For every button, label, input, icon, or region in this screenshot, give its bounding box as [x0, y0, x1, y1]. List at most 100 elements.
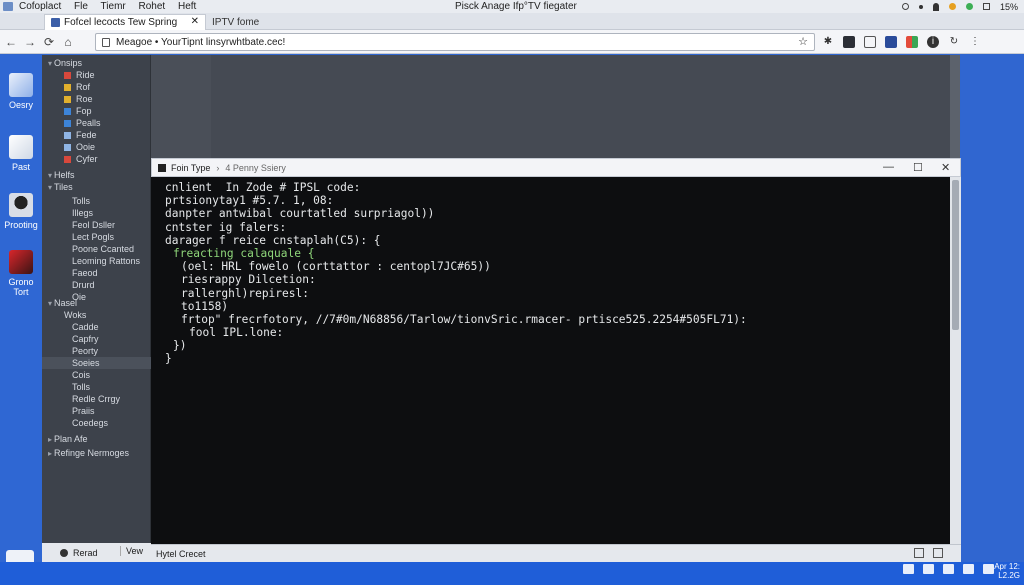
folder-icon: [64, 131, 71, 139]
cube-icon: [9, 73, 33, 97]
tree-node-label: Ride: [76, 70, 95, 80]
reload-icon[interactable]: ⟳: [41, 35, 57, 49]
tree-node-label: Tiles: [54, 182, 73, 192]
tree-footer: Rerad Vew: [42, 543, 151, 562]
scrollbar-thumb[interactable]: [952, 180, 959, 330]
window-icon[interactable]: [914, 548, 924, 558]
tree-node[interactable]: Cadde: [42, 321, 151, 333]
clock[interactable]: Apr 12: L2.2G: [994, 562, 1020, 580]
tray-icon[interactable]: [903, 564, 914, 574]
tree-node[interactable]: Fop: [42, 105, 151, 117]
ring-icon[interactable]: [901, 3, 909, 10]
menu-item[interactable]: Heft: [178, 1, 196, 12]
close-icon[interactable]: ✕: [191, 16, 199, 27]
tree-node[interactable]: Redle Crrgy: [42, 393, 151, 405]
minimize-icon[interactable]: —: [883, 161, 894, 173]
tree-node[interactable]: Cyfer: [42, 153, 151, 165]
tree-node[interactable]: Faeod: [42, 267, 151, 279]
tree-node[interactable]: ▾ Tiles: [42, 181, 151, 193]
marker-icon[interactable]: [932, 2, 939, 11]
apps-icon[interactable]: [906, 36, 918, 48]
dock-item[interactable]: Grono Tort: [0, 250, 42, 297]
extension-icon[interactable]: ✱: [822, 36, 834, 48]
menu-item[interactable]: Rohet: [139, 1, 166, 12]
dock-item[interactable]: Prooting: [0, 193, 42, 230]
dock-item[interactable]: Past: [0, 135, 42, 172]
bookmark-icon[interactable]: [885, 36, 897, 48]
chevron-icon[interactable]: ▸: [46, 449, 54, 458]
back-arrow-icon[interactable]: ←: [3, 35, 19, 49]
tree-node[interactable]: Lect Pogls: [42, 231, 151, 243]
chevron-icon[interactable]: ▾: [46, 183, 54, 192]
separator-icon: ›: [216, 162, 220, 173]
tree-node[interactable]: Peorty: [42, 345, 151, 357]
forward-arrow-icon[interactable]: →: [22, 35, 38, 49]
tree-node[interactable]: Woks: [42, 309, 151, 321]
menu-dots-icon[interactable]: ⋮: [969, 36, 981, 48]
window-titlebar: Cofoplact Fle Tiemr Rohet Heft Pisck Ana…: [0, 0, 1024, 13]
terminal-scrollbar[interactable]: [950, 177, 961, 544]
close-icon[interactable]: ✕: [941, 161, 950, 174]
tree-node[interactable]: Capfry: [42, 333, 151, 345]
radio-icon[interactable]: [60, 548, 68, 557]
read-button[interactable]: Rerad: [73, 548, 98, 558]
tree-node[interactable]: Leoming Rattons: [42, 255, 151, 267]
key-icon[interactable]: [982, 3, 990, 10]
chevron-icon[interactable]: ▾: [46, 299, 54, 308]
tray-icon[interactable]: [923, 564, 934, 574]
tree-node[interactable]: ▾ Helfs: [42, 169, 151, 181]
tab-label: IPTV fome: [212, 16, 260, 28]
terminal-line: rallerghl)repiresl:: [181, 286, 309, 300]
folder-icon: [64, 95, 71, 103]
tree-node[interactable]: Rof: [42, 81, 151, 93]
tree-node[interactable]: Tolls: [42, 381, 151, 393]
tree-node-label: Ooie: [76, 142, 96, 152]
tree-node[interactable]: Ooie: [42, 141, 151, 153]
tree-node[interactable]: Tolls: [42, 195, 151, 207]
tree-node[interactable]: ▾ Nasel: [42, 297, 151, 309]
home-icon[interactable]: ⌂: [60, 35, 76, 49]
refresh-icon[interactable]: ↻: [948, 36, 960, 48]
chevron-icon[interactable]: ▾: [46, 171, 54, 180]
status-text: Hytel Crecet: [156, 548, 206, 559]
image-icon[interactable]: [864, 36, 876, 48]
tree-node[interactable]: Roe: [42, 93, 151, 105]
tray-icon[interactable]: [943, 564, 954, 574]
tree-node[interactable]: Poone Ccanted: [42, 243, 151, 255]
star-icon[interactable]: ☆: [798, 35, 808, 48]
tree-node[interactable]: Coedegs: [42, 417, 151, 429]
tree-node[interactable]: ▸ Refinge Nermoges: [42, 447, 151, 459]
chevron-icon[interactable]: ▸: [46, 435, 54, 444]
dock-item[interactable]: Oesry: [0, 73, 42, 110]
menu-item[interactable]: Fle: [74, 1, 88, 12]
maximize-icon[interactable]: ☐: [913, 161, 923, 174]
tree-node[interactable]: Soeies: [42, 357, 151, 369]
terminal-output[interactable]: cnlient In Zode # IPSL code: prtsionytay1…: [151, 177, 950, 544]
folder-icon: [64, 155, 71, 163]
tree-node[interactable]: ▸ Plan Afe: [42, 433, 151, 445]
menu-item[interactable]: Tiemr: [101, 1, 126, 12]
close-box-icon[interactable]: [933, 548, 943, 558]
tree-node[interactable]: Fede: [42, 129, 151, 141]
tray-icon[interactable]: [963, 564, 974, 574]
shield-icon[interactable]: [843, 36, 855, 48]
tree-node-label: Woks: [64, 310, 87, 320]
tree-node[interactable]: Illegs: [42, 207, 151, 219]
tree-node[interactable]: Feol Dsller: [42, 219, 151, 231]
url-input[interactable]: Meagoe • YourTipnt linsyrwhtbate.cec! ☆: [95, 33, 815, 51]
tree-node[interactable]: Praiis: [42, 405, 151, 417]
tree-node[interactable]: Pealls: [42, 117, 151, 129]
chevron-icon[interactable]: ▾: [46, 59, 54, 68]
tree-node[interactable]: Drurd: [42, 279, 151, 291]
tab-active[interactable]: Fofcel lecocts Tew Spring ✕: [44, 14, 206, 30]
terminal-line: (oel: HRL fowelo (corttattor : centopl7J…: [181, 260, 491, 274]
tree-node[interactable]: ▾ Onsips: [42, 57, 151, 69]
tray-icon[interactable]: [983, 564, 994, 574]
menu-item[interactable]: Cofoplact: [19, 1, 61, 12]
toolbar-icons: ✱ i ↻ ⋮: [822, 36, 981, 48]
view-button[interactable]: Vew: [120, 546, 143, 556]
tab-iptv[interactable]: IPTV fome: [206, 14, 326, 30]
info-icon[interactable]: i: [927, 36, 939, 48]
tree-node[interactable]: Ride: [42, 69, 151, 81]
tree-node[interactable]: Cois: [42, 369, 151, 381]
